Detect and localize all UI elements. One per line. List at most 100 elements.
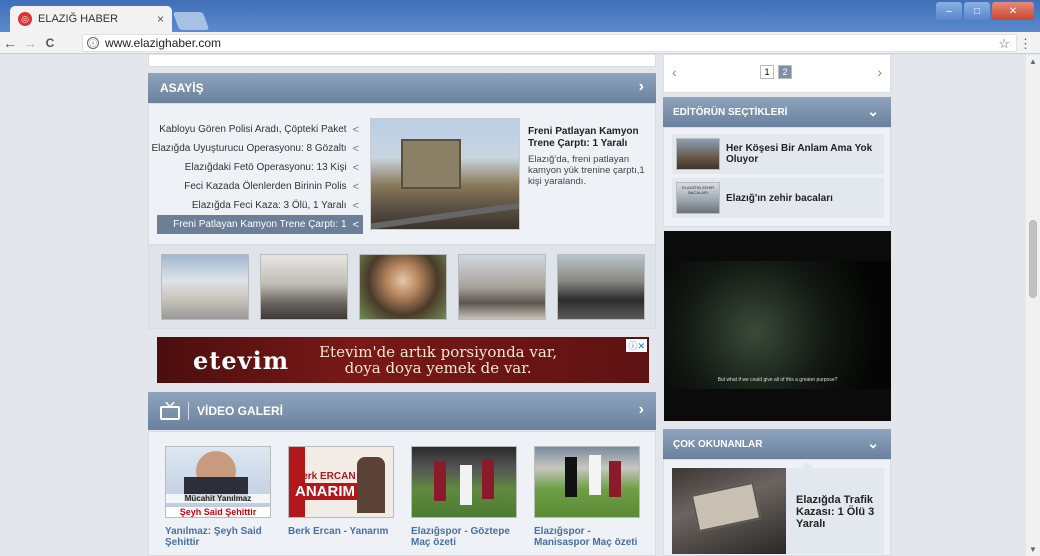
editorun-item-title: Her Köşesi Bir Anlam Ama Yok Oluyor <box>726 143 873 165</box>
cok-okunanlar-header[interactable]: ÇOK OKUNANLAR ⌄ <box>663 429 891 459</box>
chevron-left-icon: < <box>352 123 359 136</box>
thumbnail[interactable] <box>458 254 546 320</box>
new-tab-button[interactable] <box>172 12 210 30</box>
close-window-button[interactable]: ✕ <box>992 2 1034 20</box>
list-item[interactable]: Elazığdaki Fetö Operasyonu: 13 Kişi < <box>157 158 363 177</box>
video-caption[interactable]: Yanılmaz: Şeyh Said Şehittir <box>165 526 271 548</box>
editorun-item-title: Elazığ'ın zehir bacaları <box>726 192 833 204</box>
asayis-title: ASAYİŞ <box>160 81 204 95</box>
pager-next-icon[interactable]: › <box>877 64 882 80</box>
thumbnail[interactable] <box>359 254 447 320</box>
video-thumbnail[interactable]: Berk ERCAN ANARIM <box>288 446 394 518</box>
chevron-down-icon[interactable]: ⌄ <box>867 435 879 452</box>
divider <box>188 402 189 420</box>
video-card[interactable]: Berk ERCAN ANARIM Berk Ercan - Yanarım <box>288 446 394 537</box>
scrollbar-thumb[interactable] <box>1029 220 1037 298</box>
ad-tagline: Etevim'de artık porsiyonda var, doya doy… <box>319 344 557 376</box>
asayis-thumbnails <box>148 245 656 329</box>
address-bar[interactable]: ⓘ www.elazighaber.com <box>82 34 1017 52</box>
video-card[interactable]: Mücahit Yanılmaz Şeyh Said Şehittir Yanı… <box>165 446 271 548</box>
site-info-icon[interactable]: ⓘ <box>87 37 99 49</box>
news-item-label: Feci Kazada Ölenlerden Birinin Polis <box>184 181 347 192</box>
scroll-down-icon[interactable]: ▼ <box>1029 545 1037 554</box>
favicon-icon: ◎ <box>18 12 32 26</box>
scroll-up-icon[interactable]: ▲ <box>1029 57 1037 66</box>
tv-icon <box>160 402 180 420</box>
page-button[interactable]: 1 <box>760 65 774 79</box>
list-item-active[interactable]: Freni Patlayan Kamyon Trene Çarptı: 1 < <box>157 215 363 234</box>
main-news-photo[interactable] <box>370 118 520 230</box>
main-news-title[interactable]: Freni Patlayan Kamyon Trene Çarptı: 1 Ya… <box>528 126 648 150</box>
bookmark-star-icon[interactable]: ☆ <box>998 36 1010 52</box>
list-item[interactable]: Kabloyu Gören Polisi Aradı, Çöpteki Pake… <box>157 120 363 139</box>
video-card[interactable]: Elazığspor - Göztepe Maç özeti <box>411 446 517 548</box>
truck-image <box>401 139 461 189</box>
browser-menu-icon[interactable]: ⋮ <box>1019 36 1032 52</box>
video-overlay-2: Şeyh Said Şehittir <box>166 507 270 517</box>
minimize-button[interactable]: – <box>936 2 962 20</box>
asayis-header[interactable]: ASAYİŞ › <box>148 73 656 103</box>
video-galeri-panel: Mücahit Yanılmaz Şeyh Said Şehittir Yanı… <box>148 431 656 556</box>
tab-close-icon[interactable]: × <box>157 12 164 26</box>
video-player[interactable]: But what if we could give all of this a … <box>664 231 891 421</box>
cok-okunanlar-item-title[interactable]: Elazığda Trafik Kazası: 1 Ölü 3 Yaralı <box>796 494 880 530</box>
chevron-left-icon: < <box>352 218 359 231</box>
video-caption[interactable]: Elazığspor - Manisaspor Maç özeti <box>534 526 640 548</box>
chevron-down-icon[interactable]: ⌄ <box>867 103 879 120</box>
editorun-panel: Her Köşesi Bir Anlam Ama Yok Oluyor ELAZ… <box>663 127 891 227</box>
video-galeri-title: VİDEO GALERİ <box>197 404 284 418</box>
thumbnail[interactable] <box>161 254 249 320</box>
maximize-button[interactable]: □ <box>964 2 990 20</box>
video-caption[interactable]: Elazığspor - Göztepe Maç özeti <box>411 526 517 548</box>
editorun-thumbnail: ELAZIĞ'IN ZEHİR BACALARI <box>676 182 720 214</box>
list-item[interactable]: Elazığda Uyuşturucu Operasyonu: 8 Gözalt… <box>151 139 363 158</box>
cok-okunanlar-image[interactable] <box>672 468 786 554</box>
video-galeri-header[interactable]: VİDEO GALERİ › <box>148 392 656 430</box>
video-card[interactable]: Elazığspor - Manisaspor Maç özeti <box>534 446 640 548</box>
editorun-thumbnail <box>676 138 720 170</box>
cok-okunanlar-panel: Elazığda Trafik Kazası: 1 Ölü 3 Yaralı <box>663 459 891 556</box>
video-overlay-2: ANARIM <box>293 483 357 500</box>
ad-tagline-line1: Etevim'de artık porsiyonda var, <box>319 343 558 361</box>
asayis-panel: Kabloyu Gören Polisi Aradı, Çöpteki Pake… <box>148 103 656 245</box>
browser-tab[interactable]: ◎ ELAZIĞ HABER × <box>10 6 172 32</box>
page-scrollbar[interactable]: ▲ ▼ <box>1026 55 1040 556</box>
news-item-label: Kabloyu Gören Polisi Aradı, Çöpteki Pake… <box>159 124 347 135</box>
cok-okunanlar-item[interactable]: Elazığda Trafik Kazası: 1 Ölü 3 Yaralı <box>672 462 884 554</box>
url-text: www.elazighaber.com <box>105 36 222 50</box>
asayis-arrow-icon[interactable]: › <box>639 78 644 96</box>
notch <box>800 462 814 469</box>
ad-tagline-line2: doya doya yemek de var. <box>344 359 532 377</box>
tab-title: ELAZIĞ HABER <box>38 13 119 25</box>
back-icon[interactable]: ← <box>0 35 20 51</box>
ad-choices-icon[interactable]: ⓘ✕ <box>626 339 647 352</box>
news-item-label: Freni Patlayan Kamyon Trene Çarptı: 1 <box>173 219 347 230</box>
top-strip <box>148 55 656 67</box>
video-subtitle: But what if we could give all of this a … <box>717 377 838 383</box>
chevron-left-icon: < <box>352 180 359 193</box>
video-thumbnail[interactable]: Mücahit Yanılmaz Şeyh Said Şehittir <box>165 446 271 518</box>
thumbnail[interactable] <box>557 254 645 320</box>
list-item[interactable]: Her Köşesi Bir Anlam Ama Yok Oluyor <box>672 134 884 174</box>
news-item-label: Elazığda Uyuşturucu Operasyonu: 8 Gözalt… <box>151 143 347 154</box>
video-galeri-arrow-icon[interactable]: › <box>639 401 644 419</box>
video-thumbnail[interactable] <box>534 446 640 518</box>
browser-titlebar: ◎ ELAZIĞ HABER × – □ ✕ <box>0 0 1040 32</box>
video-caption[interactable]: Berk Ercan - Yanarım <box>288 526 394 537</box>
chevron-left-icon: < <box>352 199 359 212</box>
editorun-header[interactable]: EDİTÖRÜN SEÇTİKLERİ ⌄ <box>663 97 891 127</box>
advertisement-banner[interactable]: etevim Etevim'de artık porsiyonda var, d… <box>157 337 649 383</box>
forward-icon[interactable]: → <box>20 35 40 51</box>
ad-brand: etevim <box>193 345 290 375</box>
thumbnail[interactable] <box>260 254 348 320</box>
list-item[interactable]: ELAZIĞ'IN ZEHİR BACALARI Elazığ'ın zehir… <box>672 178 884 218</box>
chevron-left-icon: < <box>352 142 359 155</box>
list-item[interactable]: Feci Kazada Ölenlerden Birinin Polis < <box>157 177 363 196</box>
list-item[interactable]: Elazığda Feci Kaza: 3 Ölü, 1 Yaralı < <box>157 196 363 215</box>
page-button-active[interactable]: 2 <box>778 65 792 79</box>
cok-okunanlar-title: ÇOK OKUNANLAR <box>673 438 763 450</box>
pager-prev-icon[interactable]: ‹ <box>672 64 677 80</box>
video-thumbnail[interactable] <box>411 446 517 518</box>
news-item-label: Elazığda Feci Kaza: 3 Ölü, 1 Yaralı <box>191 200 347 211</box>
reload-icon[interactable]: C <box>40 36 60 50</box>
